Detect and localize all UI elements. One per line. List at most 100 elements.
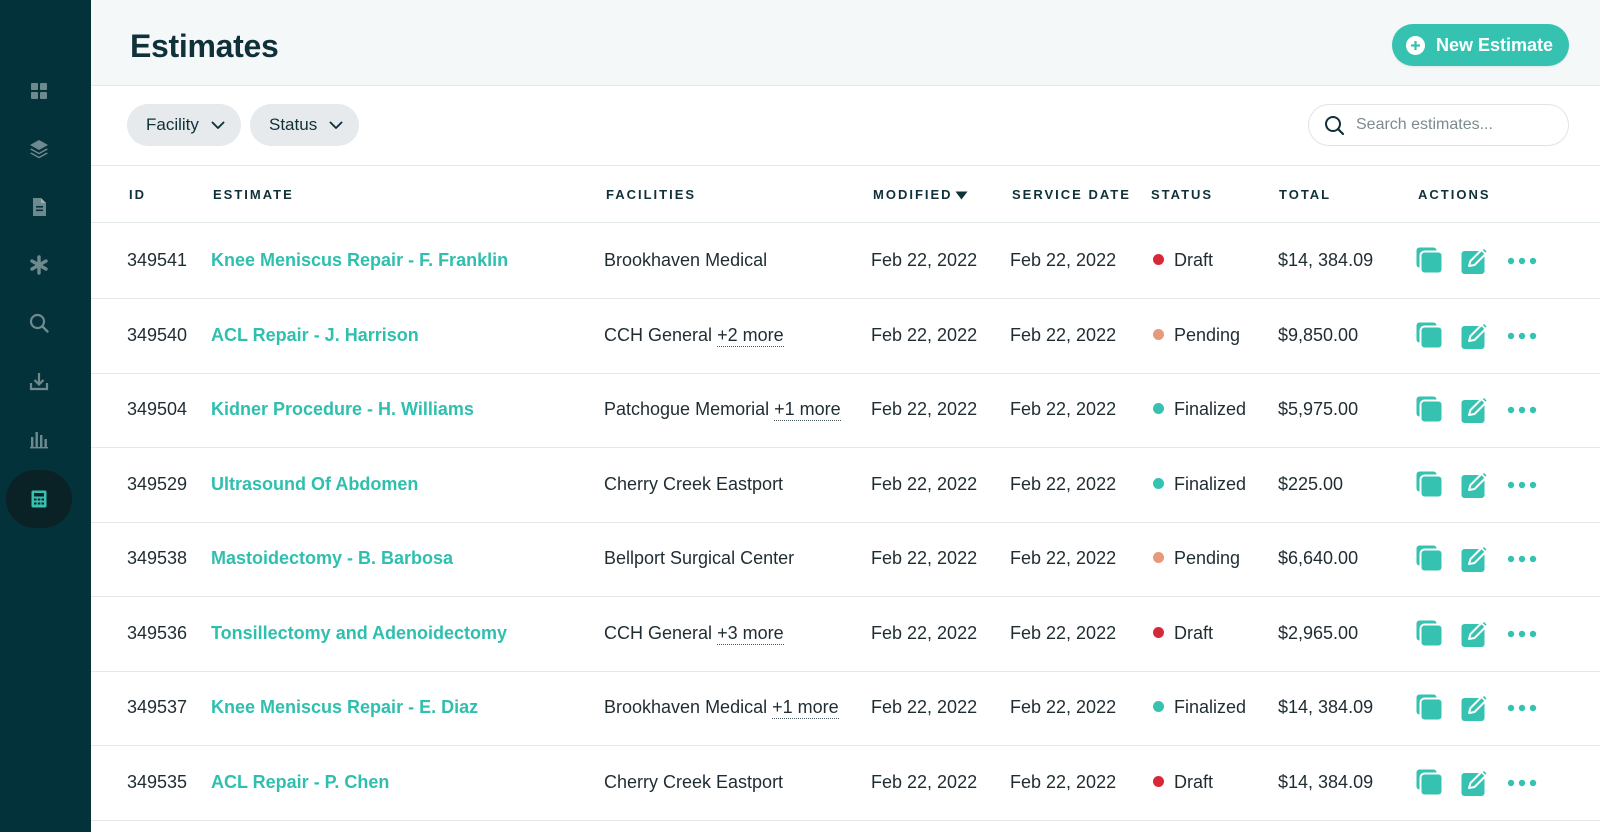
bar-chart-icon xyxy=(30,432,48,449)
duplicate-icon[interactable] xyxy=(1415,768,1445,798)
nav-search[interactable] xyxy=(6,294,72,352)
column-header-modified-label: MODIFIED xyxy=(873,187,953,202)
edit-icon[interactable] xyxy=(1460,619,1492,649)
column-header-status[interactable]: STATUS xyxy=(1151,187,1213,202)
search-input[interactable] xyxy=(1356,116,1546,134)
more-options-icon[interactable] xyxy=(1507,395,1537,425)
service-date: Feb 22, 2022 xyxy=(1010,771,1117,792)
estimate-link[interactable]: Knee Meniscus Repair - E. Diaz xyxy=(211,697,478,718)
new-estimate-button[interactable]: New Estimate xyxy=(1392,24,1569,66)
duplicate-icon[interactable] xyxy=(1415,619,1445,649)
estimate-id: 349504 xyxy=(127,399,188,419)
status-cell: Finalized xyxy=(1153,474,1246,495)
more-options-icon[interactable] xyxy=(1507,619,1537,649)
duplicate-icon[interactable] xyxy=(1415,395,1445,425)
more-facilities-link[interactable]: +1 more xyxy=(774,399,841,421)
status-label: Finalized xyxy=(1174,473,1247,494)
total-amount: $5,975.00 xyxy=(1278,399,1359,419)
facilities-cell: Bellport Surgical Center xyxy=(604,548,794,569)
table-row[interactable]: 349538 Mastoidectomy - B. Barbosa Bellport… xyxy=(91,521,1600,597)
more-options-icon[interactable] xyxy=(1507,470,1537,500)
page-title: Estimates xyxy=(130,28,279,64)
more-facilities-link[interactable]: +3 more xyxy=(717,622,784,645)
edit-icon[interactable] xyxy=(1460,470,1492,500)
column-header-actions: ACTIONS xyxy=(1418,187,1491,202)
facility-name: Brookhaven Medical xyxy=(604,697,768,717)
facility-filter[interactable]: Facility xyxy=(127,104,241,146)
status-dot-icon xyxy=(1153,775,1164,787)
more-options-icon[interactable] xyxy=(1507,246,1537,276)
status-dot-icon xyxy=(1153,552,1164,563)
column-header-total[interactable]: TOTAL xyxy=(1279,187,1331,202)
duplicate-icon[interactable] xyxy=(1415,321,1445,351)
edit-icon[interactable] xyxy=(1460,693,1492,723)
total-amount: $6,640.00 xyxy=(1278,548,1359,568)
status-cell: Draft xyxy=(1153,250,1213,271)
nav-documents[interactable] xyxy=(6,178,72,236)
facilities-cell: Brookhaven Medical +1 more xyxy=(604,697,839,719)
more-facilities-link[interactable]: +2 more xyxy=(717,324,784,347)
column-header-estimate[interactable]: ESTIMATE xyxy=(213,187,294,202)
estimate-link[interactable]: ACL Repair - P. Chen xyxy=(211,772,389,793)
edit-icon[interactable] xyxy=(1460,768,1492,798)
edit-icon[interactable] xyxy=(1460,544,1492,574)
edit-icon[interactable] xyxy=(1460,246,1492,276)
status-cell: Pending xyxy=(1153,325,1240,346)
duplicate-icon[interactable] xyxy=(1415,470,1445,500)
edit-icon[interactable] xyxy=(1460,395,1492,425)
table-row[interactable]: 349535 ACL Repair - P. Chen Cherry Creek E… xyxy=(91,745,1600,821)
document-icon xyxy=(33,198,46,216)
column-header-service-date[interactable]: SERVICE DATE xyxy=(1012,187,1131,202)
column-header-id[interactable]: ID xyxy=(129,187,146,202)
table-row[interactable]: 349536 Tonsillectomy and Adenoidectomy CCH… xyxy=(91,596,1600,672)
column-header-facilities[interactable]: FACILITIES xyxy=(606,187,696,202)
more-options-icon[interactable] xyxy=(1507,693,1537,723)
nav-estimates[interactable] xyxy=(6,470,72,528)
status-dot-icon xyxy=(1153,254,1164,265)
duplicate-icon[interactable] xyxy=(1415,544,1445,574)
table-row[interactable]: 349540 ACL Repair - J. Harrison CCH Genera… xyxy=(91,298,1600,374)
estimate-link[interactable]: ACL Repair - J. Harrison xyxy=(211,325,419,346)
modified-date: Feb 22, 2022 xyxy=(871,771,978,792)
more-options-icon[interactable] xyxy=(1507,768,1537,798)
modified-date: Feb 22, 2022 xyxy=(871,399,978,419)
nav-download[interactable] xyxy=(6,352,72,410)
more-options-icon[interactable] xyxy=(1507,321,1537,351)
calculator-icon xyxy=(31,490,47,508)
more-facilities-link[interactable]: +1 more xyxy=(772,697,839,719)
estimate-link[interactable]: Knee Meniscus Repair - F. Franklin xyxy=(211,250,508,271)
duplicate-icon[interactable] xyxy=(1415,693,1445,723)
status-cell: Pending xyxy=(1153,548,1240,569)
status-label: Draft xyxy=(1174,250,1214,270)
facilities-cell: Cherry Creek Eastport xyxy=(604,474,783,495)
nav-asterisk[interactable] xyxy=(6,236,72,294)
modified-date: Feb 22, 2022 xyxy=(871,622,978,643)
facility-name: CCH General xyxy=(604,324,713,345)
total-amount: $2,965.00 xyxy=(1278,622,1359,643)
table-row[interactable]: 349541 Knee Meniscus Repair - F. Franklin… xyxy=(91,223,1600,299)
dashboard-grid-icon xyxy=(31,83,47,99)
table-row[interactable]: 349537 Knee Meniscus Repair - E. Diaz Broo… xyxy=(91,670,1600,746)
service-date: Feb 22, 2022 xyxy=(1010,548,1117,568)
new-estimate-label: New Estimate xyxy=(1436,34,1554,55)
duplicate-icon[interactable] xyxy=(1415,246,1445,276)
facility-name: Patchogue Memorial xyxy=(604,399,770,419)
edit-icon[interactable] xyxy=(1460,321,1492,351)
sort-descending-icon xyxy=(955,188,968,203)
nav-analytics[interactable] xyxy=(6,410,72,468)
column-header-modified[interactable]: MODIFIED xyxy=(873,187,968,203)
nav-dashboard[interactable] xyxy=(6,62,72,120)
estimate-link[interactable]: Tonsillectomy and Adenoidectomy xyxy=(211,623,507,644)
estimate-link[interactable]: Ultrasound Of Abdomen xyxy=(211,474,418,495)
estimate-link[interactable]: Mastoidectomy - B. Barbosa xyxy=(211,548,453,569)
table-row[interactable]: 349504 Kidner Procedure - H. Williams Patc… xyxy=(91,372,1600,448)
table-header: ID ESTIMATE FACILITIES MODIFIED SERVICE … xyxy=(91,166,1600,223)
estimate-id: 349537 xyxy=(127,697,188,717)
nav-layers[interactable] xyxy=(6,120,72,178)
table-row[interactable]: 349529 Ultrasound Of Abdomen Cherry Creek … xyxy=(91,447,1600,523)
facility-name: Bellport Surgical Center xyxy=(604,548,795,568)
estimate-link[interactable]: Kidner Procedure - H. Williams xyxy=(211,399,474,420)
more-options-icon[interactable] xyxy=(1507,544,1537,574)
chevron-down-icon xyxy=(211,121,225,130)
status-filter[interactable]: Status xyxy=(250,104,360,146)
